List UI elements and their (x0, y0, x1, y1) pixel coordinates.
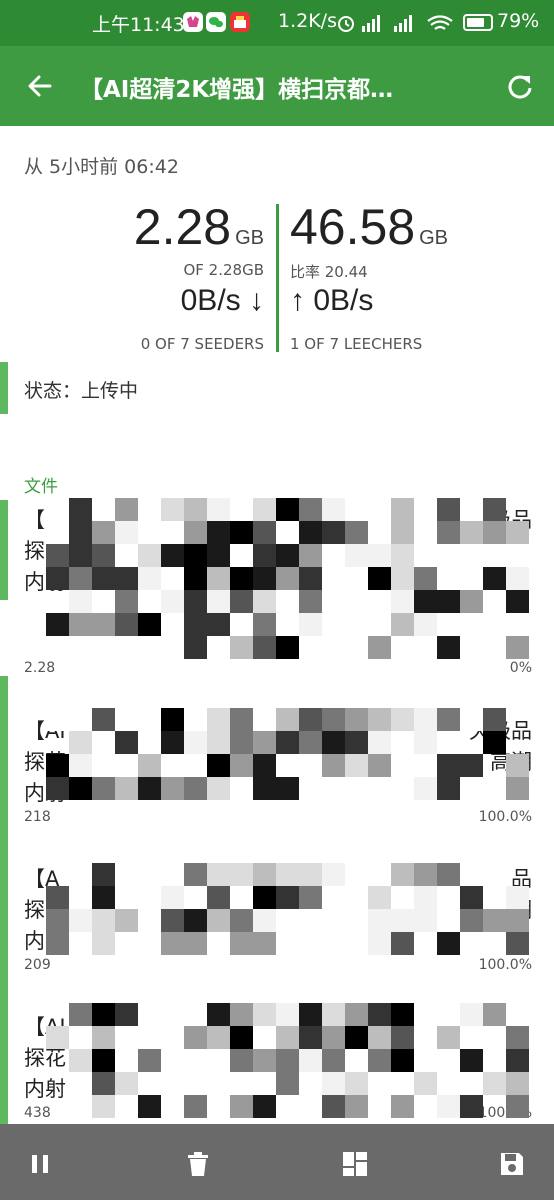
wifi-icon (427, 15, 453, 30)
file-size: 438 (24, 1105, 51, 1121)
since-timestamp: 从 5小时前 06:42 (24, 156, 179, 178)
app-icon-1 (183, 12, 203, 32)
signal-hd-icon (394, 15, 412, 32)
download-rate: 0B/s ↓ (180, 284, 264, 317)
files-section-header: 文件 (24, 477, 58, 497)
file-list-item[interactable]: 【AI 探花 内射 438 100.0% (24, 1012, 532, 1125)
file-list-item[interactable]: 【极品 探 内射 2.28 0% (24, 505, 532, 680)
refresh-icon[interactable] (504, 70, 536, 102)
file-list-item[interactable]: 【A 品 探潮 内 209 100.0% (24, 864, 532, 977)
system-icons (336, 12, 456, 41)
file-name: 【AI 探花 内射 (24, 1015, 66, 1101)
file-size: 2.28 (24, 660, 56, 676)
file-name: 【AI 天极品 探花 高潮 内射 (24, 719, 532, 805)
network-speed: 1.2K/s (278, 10, 337, 32)
file-progress: 100.0% (478, 957, 532, 973)
file-list-item[interactable]: 【AI 天极品 探花 高潮 内射 218 100.0% (24, 716, 532, 829)
app-bar: 【AI超清2K增强】横扫京都… (0, 46, 554, 126)
status-bar: 上午11:43 1.2K/s 79% (0, 0, 554, 46)
downloaded-amount: 2.28 GB (133, 199, 264, 255)
file-accent-bar (0, 676, 8, 1126)
total-size: OF 2.28GB (183, 261, 264, 279)
status-time: 上午11:43 (92, 14, 185, 36)
torrent-status: 状态：上传中 (24, 380, 139, 402)
bottom-action-bar (0, 1124, 554, 1200)
file-name: 【A 品 探潮 内 (24, 867, 532, 953)
pause-icon[interactable] (26, 1150, 54, 1178)
stats-divider (276, 204, 279, 352)
file-name: 【极品 探 内射 (24, 508, 532, 594)
file-progress: 0% (509, 660, 532, 676)
upload-rate: ↑ 0B/s (290, 284, 374, 317)
app-icon-3 (230, 12, 250, 32)
file-size: 218 (24, 809, 51, 825)
file-accent-bar (0, 500, 8, 600)
delete-icon[interactable] (184, 1150, 212, 1178)
wechat-icon (206, 12, 226, 32)
file-progress: 100.0% (478, 1105, 532, 1121)
share-ratio: 比率 20.44 (290, 263, 368, 281)
file-progress: 100.0% (478, 809, 532, 825)
torrent-title: 【AI超清2K增强】横扫京都… (80, 77, 394, 103)
uploaded-amount: 46.58 GB (290, 199, 449, 255)
battery-percent: 79% (497, 10, 540, 32)
seeders-count: 0 OF 7 SEEDERS (140, 335, 264, 353)
status-accent-bar (0, 362, 8, 414)
signal-hd-icon (362, 15, 380, 32)
arrow-left-icon[interactable] (24, 66, 56, 106)
battery-icon (463, 14, 493, 31)
file-size: 209 (24, 957, 51, 973)
leechers-count: 1 OF 7 LEECHERS (290, 335, 423, 353)
dashboard-icon[interactable] (341, 1150, 369, 1178)
save-icon[interactable] (498, 1150, 526, 1178)
alarm-icon (338, 16, 354, 32)
